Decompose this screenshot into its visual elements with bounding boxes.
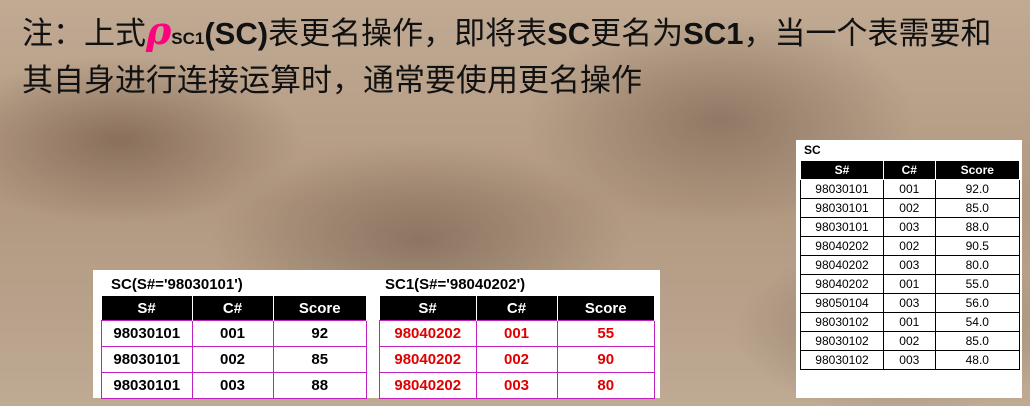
- table-cell: 98040202: [800, 274, 884, 294]
- table-cell: 85.0: [934, 331, 1021, 351]
- table-row: 98040202 002 90: [379, 346, 655, 373]
- table-row: 98030101 002 85.0: [800, 198, 1021, 218]
- table-row: 98030101 003 88: [101, 372, 367, 399]
- table-cell: 98030101: [101, 346, 193, 373]
- table-cell: 002: [883, 198, 936, 218]
- table-cell: 48.0: [934, 350, 1021, 370]
- sc-col-sno: S#: [800, 160, 884, 180]
- table-cell: 98030101: [800, 179, 884, 199]
- left-col-sno: S#: [101, 296, 193, 321]
- table-cell: 98030101: [800, 217, 884, 237]
- note-sc: SC: [547, 16, 591, 51]
- table-cell: 98030101: [101, 320, 193, 347]
- table-cell: 88.0: [934, 217, 1021, 237]
- table-cell: 98050104: [800, 293, 884, 313]
- table-cell: 90.5: [934, 236, 1021, 256]
- right-col-sno: S#: [379, 296, 477, 321]
- sc-col-cno: C#: [883, 160, 936, 180]
- table-cell: 003: [475, 372, 558, 399]
- table-cell: 001: [883, 274, 936, 294]
- table-cell: 55.0: [934, 274, 1021, 294]
- left-col-cno: C#: [192, 296, 274, 321]
- table-cell: 002: [475, 346, 558, 373]
- table-row: 98050104 003 56.0: [800, 293, 1021, 313]
- right-col-score: Score: [557, 296, 655, 321]
- table-cell: 001: [475, 320, 558, 347]
- table-row: 98030102 003 48.0: [800, 350, 1021, 370]
- table-cell: 001: [191, 320, 274, 347]
- table-cell: 90: [556, 346, 655, 373]
- note-text: 注：上式ρSC1(SC)表更名操作，即将表SC更名为SC1，当一个表需要和其自身…: [22, 10, 1022, 102]
- table-cell: 001: [883, 312, 936, 332]
- sc-col-score: Score: [934, 160, 1021, 180]
- table-cell: 003: [191, 372, 274, 399]
- table-cell: 98040202: [800, 236, 884, 256]
- note-sc1: SC1: [683, 16, 744, 51]
- note-text-1: 表更名操作，即将表: [268, 16, 548, 52]
- table-cell: 55: [556, 320, 655, 347]
- table-cell: 88: [272, 372, 367, 399]
- table-cell: 98030102: [800, 350, 884, 370]
- table-cell: 80.0: [934, 255, 1021, 275]
- sc-table-title: SC: [804, 143, 821, 157]
- table-cell: 003: [883, 293, 936, 313]
- table-cell: 98040202: [379, 372, 477, 399]
- left-table-caption: SC(S#='98030101'): [111, 276, 243, 293]
- right-result-table: S# C# Score 98040202 001 55 98040202 002 90 98…: [379, 296, 655, 399]
- table-cell: 92.0: [934, 179, 1021, 199]
- table-row: 98030102 001 54.0: [800, 312, 1021, 332]
- left-col-score: Score: [273, 296, 367, 321]
- sc-table: S# C# Score 98030101 001 92.0 98030101 002 85…: [800, 160, 1021, 370]
- table-cell: 54.0: [934, 312, 1021, 332]
- note-prefix: 注：上式: [22, 16, 146, 52]
- left-table-header-row: S# C# Score: [101, 296, 367, 321]
- table-row: 98030101 001 92.0: [800, 179, 1021, 199]
- table-divider: [367, 296, 379, 396]
- result-tables-panel: SC(S#='98030101') SC1(S#='98040202') S# …: [93, 270, 660, 399]
- table-row: 98030102 002 85.0: [800, 331, 1021, 351]
- table-cell: 98030102: [800, 331, 884, 351]
- table-row: 98030101 001 92: [101, 320, 367, 347]
- table-cell: 80: [556, 372, 655, 399]
- right-col-cno: C#: [476, 296, 558, 321]
- table-cell: 003: [883, 217, 936, 237]
- table-cell: 001: [883, 179, 936, 199]
- rho-symbol: ρ: [146, 8, 172, 53]
- right-table-caption: SC1(S#='98040202'): [385, 276, 526, 293]
- table-row: 98040202 001 55.0: [800, 274, 1021, 294]
- sc-table-header-row: S# C# Score: [800, 160, 1021, 180]
- table-cell: 98030101: [101, 372, 193, 399]
- table-row: 98040202 003 80.0: [800, 255, 1021, 275]
- table-cell: 003: [883, 350, 936, 370]
- left-result-table: S# C# Score 98030101 001 92 98030101 002 85 98…: [101, 296, 367, 399]
- table-row: 98030101 002 85: [101, 346, 367, 373]
- table-cell: 98040202: [379, 320, 477, 347]
- table-cell: 98030101: [800, 198, 884, 218]
- table-cell: 002: [191, 346, 274, 373]
- right-table-header-row: S# C# Score: [379, 296, 655, 321]
- table-cell: 003: [883, 255, 936, 275]
- table-cell: 92: [272, 320, 367, 347]
- table-row: 98030101 003 88.0: [800, 217, 1021, 237]
- note-text-2: 更名为: [590, 16, 684, 52]
- table-row: 98040202 003 80: [379, 372, 655, 399]
- table-cell: 002: [883, 331, 936, 351]
- table-cell: 85.0: [934, 198, 1021, 218]
- note-sc-paren: (SC): [204, 16, 269, 51]
- table-cell: 98040202: [800, 255, 884, 275]
- sc-table-panel: SC S# C# Score 98030101 001 92.0 98030101 00…: [796, 140, 1022, 398]
- table-cell: 002: [883, 236, 936, 256]
- rho-subscript: SC1: [171, 29, 205, 48]
- table-row: 98040202 001 55: [379, 320, 655, 347]
- table-cell: 98030102: [800, 312, 884, 332]
- table-cell: 56.0: [934, 293, 1021, 313]
- table-cell: 98040202: [379, 346, 477, 373]
- table-cell: 85: [272, 346, 367, 373]
- table-row: 98040202 002 90.5: [800, 236, 1021, 256]
